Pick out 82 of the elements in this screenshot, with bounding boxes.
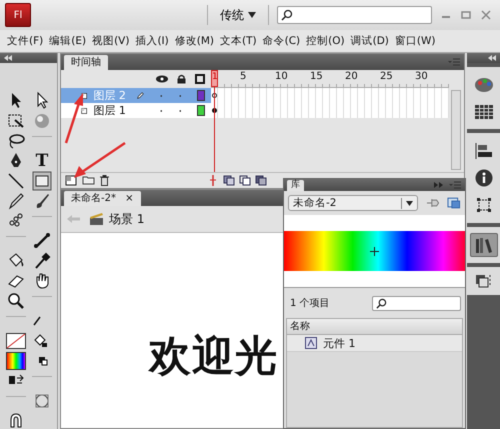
layer-name: 图层 2 bbox=[93, 88, 127, 103]
line-tool-icon[interactable] bbox=[6, 171, 26, 191]
onion-skin-icon[interactable] bbox=[223, 175, 235, 186]
stage-text: 欢迎光 bbox=[149, 331, 278, 380]
library-item[interactable]: 元件 1 bbox=[287, 335, 462, 352]
onion-outline-icon[interactable] bbox=[239, 175, 251, 186]
trash-icon[interactable] bbox=[100, 175, 109, 186]
menu-item[interactable]: 窗口(W) bbox=[392, 34, 438, 48]
item-count: 1 个项目 bbox=[290, 297, 330, 310]
pin-icon[interactable] bbox=[426, 197, 440, 209]
menu-item[interactable]: 命令(C) bbox=[260, 34, 304, 48]
layer-icon bbox=[81, 106, 88, 116]
menu-item[interactable]: 文件(F) bbox=[4, 34, 46, 48]
menu-item[interactable]: 修改(M) bbox=[172, 34, 218, 48]
name-column-header[interactable]: 名称 bbox=[287, 319, 462, 335]
align-icon[interactable] bbox=[474, 143, 492, 159]
layer-row[interactable]: 图层 1 bbox=[61, 103, 211, 118]
bone-icon[interactable] bbox=[32, 231, 52, 251]
layer-color-swatch[interactable] bbox=[197, 105, 205, 116]
folder-icon[interactable] bbox=[82, 175, 95, 185]
lock-icon[interactable] bbox=[177, 74, 186, 84]
menu-item[interactable]: 文本(T) bbox=[217, 34, 260, 48]
app-logo: Fl bbox=[5, 3, 31, 27]
lock-dot-icon[interactable] bbox=[178, 94, 182, 98]
rectangle-tool-icon[interactable] bbox=[32, 171, 52, 191]
frame-number: 25 bbox=[380, 71, 393, 82]
search-icon bbox=[376, 298, 387, 308]
frame-number: 5 bbox=[240, 71, 246, 82]
zoom-icon[interactable] bbox=[6, 291, 26, 311]
fill-swatch-icon[interactable] bbox=[6, 351, 26, 371]
menu-item[interactable]: 调试(D) bbox=[348, 34, 392, 48]
palette-icon[interactable] bbox=[474, 77, 494, 93]
new-library-panel-icon[interactable] bbox=[447, 197, 462, 209]
menu-item[interactable]: 控制(O) bbox=[303, 34, 348, 48]
maximize-icon[interactable] bbox=[460, 9, 472, 21]
item-name: 元件 1 bbox=[323, 336, 356, 350]
collapse-icon[interactable] bbox=[488, 55, 496, 61]
text-tool[interactable]: T bbox=[32, 151, 52, 171]
document-tab[interactable]: 未命名-2* × bbox=[64, 191, 141, 206]
layer-name: 图层 1 bbox=[93, 103, 127, 118]
edit-multiple-frames-icon[interactable] bbox=[255, 175, 267, 186]
center-frame-icon[interactable] bbox=[207, 175, 219, 186]
outline-icon[interactable] bbox=[195, 74, 205, 84]
search-field[interactable] bbox=[277, 6, 432, 24]
frame-number: 15 bbox=[310, 71, 323, 82]
menu-item[interactable]: 视图(V) bbox=[89, 34, 132, 48]
collapse-icon[interactable] bbox=[4, 55, 12, 61]
search-icon bbox=[281, 9, 293, 21]
stroke-swatch-icon[interactable] bbox=[6, 331, 26, 351]
timeline-tab[interactable]: 时间轴 bbox=[64, 55, 108, 70]
frame-number: 30 bbox=[415, 71, 428, 82]
library-panel-button[interactable] bbox=[470, 233, 498, 257]
scrollbar[interactable] bbox=[451, 90, 461, 170]
info-icon[interactable] bbox=[474, 169, 492, 187]
transform-icon[interactable] bbox=[476, 197, 492, 213]
dropdown-arrow-icon bbox=[406, 200, 413, 206]
dropdown-arrow-icon bbox=[248, 12, 256, 18]
close-icon[interactable] bbox=[480, 9, 492, 21]
library-document-dropdown[interactable]: 未命名-2 bbox=[288, 195, 418, 211]
crosshair-icon bbox=[370, 246, 379, 256]
menu-item[interactable]: 编辑(E) bbox=[46, 34, 90, 48]
new-layer-icon[interactable] bbox=[65, 175, 77, 186]
workspace-dropdown[interactable]: 传统 bbox=[216, 6, 260, 24]
scene-label[interactable]: 场景 1 bbox=[109, 210, 144, 228]
frame-number: 20 bbox=[345, 71, 358, 82]
visibility-dot-icon[interactable] bbox=[160, 94, 163, 98]
clapperboard-icon bbox=[89, 212, 105, 226]
lock-dot-icon[interactable] bbox=[178, 108, 182, 112]
swatches-grid-icon[interactable] bbox=[474, 105, 492, 119]
components-icon[interactable] bbox=[474, 273, 492, 289]
books-icon bbox=[474, 237, 492, 253]
close-tab-button[interactable]: × bbox=[125, 193, 134, 204]
frame-number: 10 bbox=[275, 71, 288, 82]
library-tab[interactable]: 库 bbox=[287, 180, 304, 191]
eye-icon[interactable] bbox=[156, 75, 168, 83]
menu-item[interactable]: 插入(I) bbox=[132, 34, 172, 48]
library-search-field[interactable] bbox=[372, 296, 461, 310]
visibility-dot-icon[interactable] bbox=[160, 108, 163, 112]
layer-color-swatch[interactable] bbox=[197, 90, 205, 101]
symbol-icon bbox=[305, 337, 317, 349]
pencil-icon[interactable] bbox=[6, 191, 26, 211]
expand-icon[interactable] bbox=[434, 182, 443, 188]
